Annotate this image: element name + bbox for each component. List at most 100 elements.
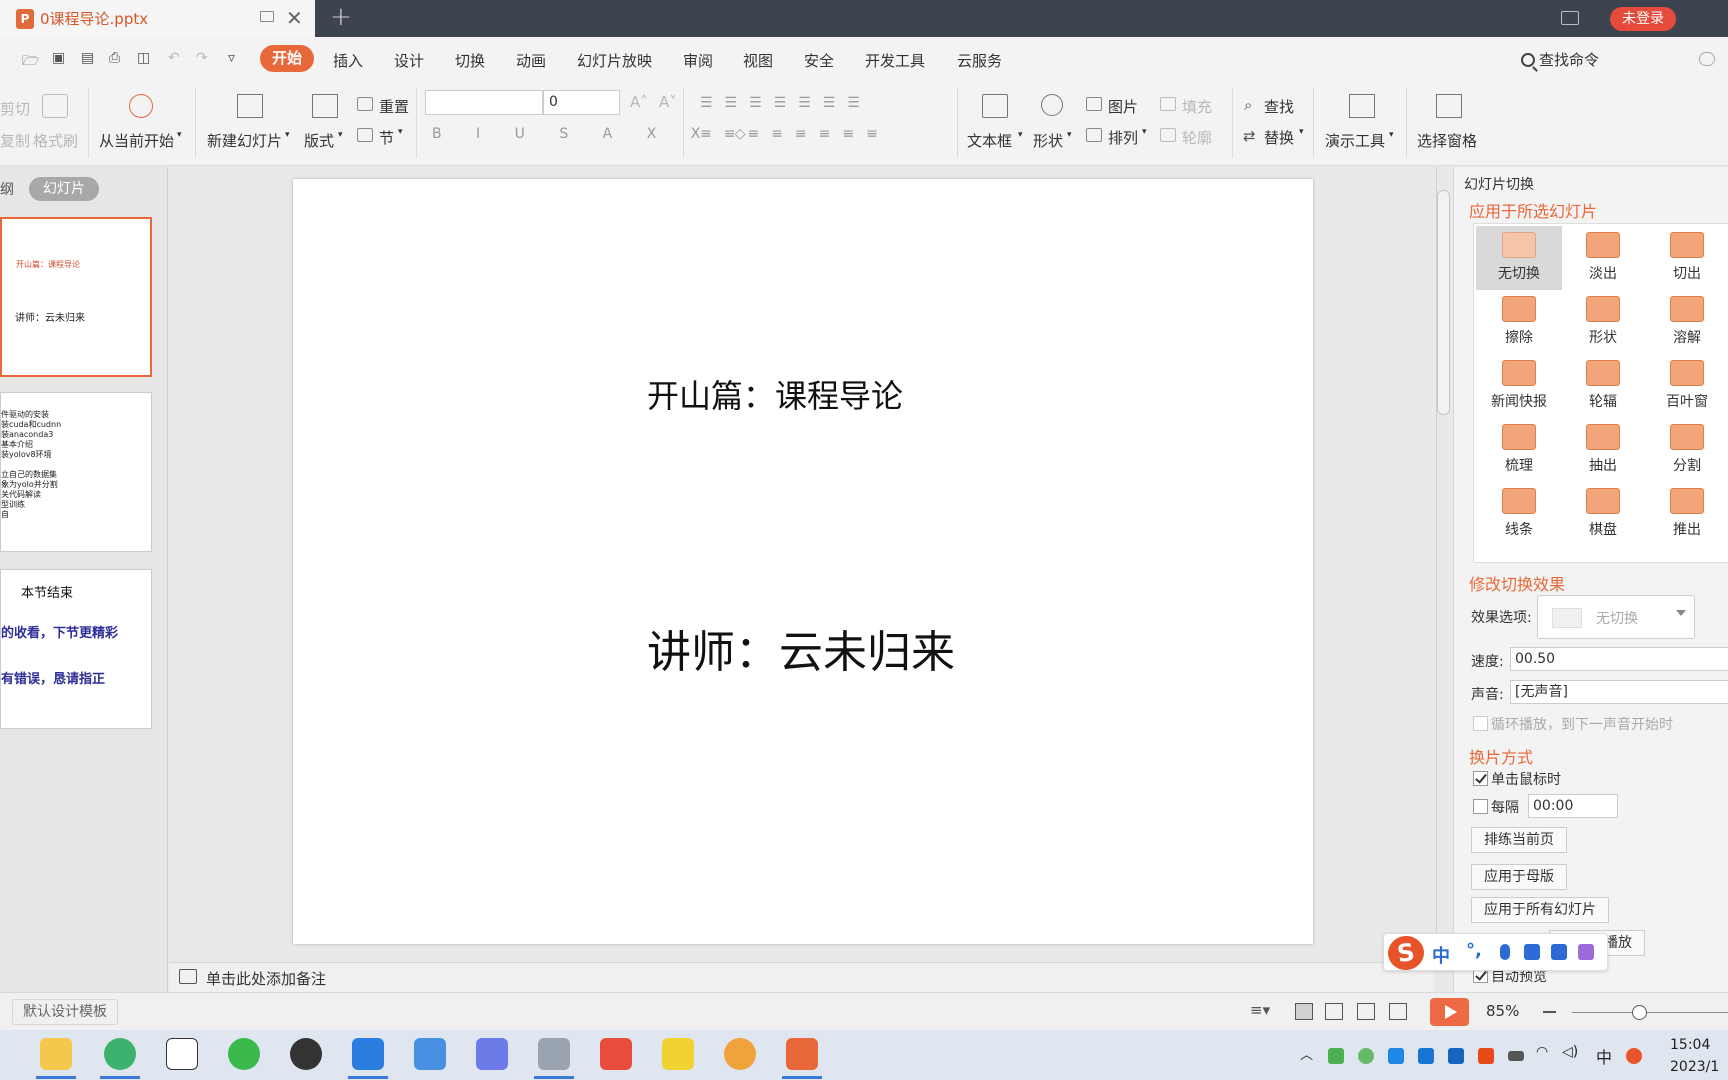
apply-master-button[interactable]: 应用于母版 (1471, 864, 1567, 890)
ime-mode[interactable]: 中 (1432, 942, 1450, 968)
transition-pane-title[interactable]: 幻灯片切换 (1464, 174, 1534, 194)
reading-view-icon[interactable] (1357, 1003, 1375, 1020)
tab-home[interactable]: 开始 (260, 45, 314, 72)
start-from-current-dropdown-icon[interactable]: ▾ (177, 130, 182, 140)
tab-developer[interactable]: 开发工具 (865, 50, 925, 71)
fill-button[interactable]: 填充 (1182, 96, 1212, 117)
slide-thumbnail-2[interactable]: 件驱动的安装 装cuda和cudnn 装anaconda3 基本介绍 装yolo… (0, 392, 152, 552)
open-folder-icon[interactable]: 🗁 (22, 50, 39, 74)
transition-cut[interactable]: 切出 (1644, 226, 1728, 290)
toolbox-app-icon[interactable] (352, 1038, 384, 1070)
tray-app-icon[interactable] (1448, 1048, 1464, 1064)
zoom-slider-track[interactable] (1572, 1012, 1728, 1013)
skin-shirt-icon[interactable] (1551, 944, 1567, 960)
tray-app-icon[interactable] (1388, 1048, 1404, 1064)
undo-icon[interactable]: ↶ (168, 50, 180, 66)
section-dropdown-icon[interactable]: ▾ (398, 127, 403, 137)
keyboard-icon[interactable] (1524, 944, 1540, 960)
toolbox-icon[interactable] (1578, 944, 1594, 960)
puzzle-app-icon[interactable] (600, 1038, 632, 1070)
comment-icon[interactable] (1699, 52, 1715, 66)
tab-transitions[interactable]: 切换 (455, 50, 485, 71)
transition-lines[interactable]: 线条 (1476, 482, 1562, 546)
format-painter-button[interactable]: 格式刷 (33, 130, 78, 151)
file-explorer-icon[interactable] (40, 1038, 72, 1070)
monitor-icon[interactable] (260, 11, 274, 22)
transition-split[interactable]: 分割 (1644, 418, 1728, 482)
microphone-icon[interactable] (1500, 944, 1510, 960)
canvas-scrollbar-thumb[interactable] (1437, 190, 1450, 415)
arrange-dropdown-icon[interactable]: ▾ (1142, 127, 1147, 137)
browser-icon[interactable] (104, 1038, 136, 1070)
notes-bar[interactable]: 单击此处添加备注 (169, 962, 1434, 992)
new-tab-plus-icon[interactable]: + (330, 2, 352, 32)
quick-access-dropdown-icon[interactable]: ▿ (228, 50, 235, 66)
start-from-current-button[interactable]: 从当前开始 (99, 130, 174, 151)
normal-view-icon[interactable] (1295, 1003, 1313, 1020)
notes-placeholder[interactable]: 单击此处添加备注 (206, 968, 326, 989)
sogou-tray-icon[interactable] (1626, 1048, 1642, 1064)
recording-icon[interactable] (1389, 1003, 1407, 1020)
battery-icon[interactable] (1508, 1051, 1524, 1061)
tab-outline[interactable]: 纲 (0, 179, 14, 199)
sound-select[interactable]: [无声音] (1510, 680, 1728, 704)
reading-mode-icon[interactable] (1561, 11, 1579, 25)
transition-none[interactable]: 无切换 (1476, 226, 1562, 290)
increase-font-icon[interactable]: A˄ (630, 93, 648, 111)
tab-insert[interactable]: 插入 (333, 50, 363, 71)
slide-title-text[interactable]: 开山篇：课程导论 (647, 371, 903, 417)
export-pdf-icon[interactable]: ▤ (81, 50, 94, 66)
picture-button[interactable]: 图片 (1108, 96, 1138, 117)
save-icon[interactable]: ▣ (52, 50, 65, 66)
replace-button[interactable]: 替换 (1264, 127, 1294, 148)
cut-button[interactable]: 剪切 (0, 98, 30, 119)
find-button[interactable]: 查找 (1264, 96, 1294, 117)
sogou-logo-icon[interactable]: S (1385, 933, 1427, 973)
section-button[interactable]: 节 (379, 127, 394, 148)
tab-review[interactable]: 审阅 (683, 50, 713, 71)
slide-thumbnail-3[interactable]: 本节结束 的收看，下节更精彩 有错误，恳请指正 (0, 569, 152, 729)
selection-pane-button[interactable]: 选择窗格 (1417, 130, 1477, 151)
system-clock[interactable]: 15:04 2023/1 (1670, 1034, 1719, 1078)
slide-subtitle-text[interactable]: 讲师：云未归来 (647, 616, 955, 680)
transition-fade[interactable]: 淡出 (1560, 226, 1646, 290)
apply-all-button[interactable]: 应用于所有幻灯片 (1471, 897, 1609, 923)
slide-sorter-icon[interactable] (1325, 1003, 1343, 1020)
shape-button[interactable]: 形状 (1033, 130, 1063, 151)
new-slide-dropdown-icon[interactable]: ▾ (285, 130, 290, 140)
arrange-button[interactable]: 排列 (1108, 127, 1138, 148)
shape-dropdown-icon[interactable]: ▾ (1067, 130, 1072, 140)
tray-app-icon[interactable] (1358, 1048, 1374, 1064)
zoom-slider-knob[interactable] (1632, 1005, 1647, 1020)
layout-dropdown-icon[interactable]: ▾ (338, 130, 343, 140)
reset-button[interactable]: 重置 (379, 96, 409, 117)
on-click-checkbox[interactable] (1473, 771, 1488, 786)
slide-thumbnail-1[interactable]: 开山篇：课程导论 讲师：云未归来 (0, 217, 152, 377)
every-checkbox[interactable] (1473, 799, 1488, 814)
tray-app-icon[interactable] (1418, 1048, 1434, 1064)
tray-expand-icon[interactable]: ︿ (1300, 1044, 1313, 1063)
tab-view[interactable]: 视图 (743, 50, 773, 71)
effect-options-select[interactable]: 无切换 (1537, 595, 1695, 639)
text-box-button[interactable]: 文本框 (967, 130, 1012, 151)
tab-animations[interactable]: 动画 (516, 50, 546, 71)
slideshow-play-button[interactable] (1430, 998, 1469, 1026)
presentation-tools-button[interactable]: 演示工具 (1325, 130, 1385, 151)
monkey-app-icon[interactable] (724, 1038, 756, 1070)
close-tab-icon[interactable]: ✕ (286, 6, 303, 30)
document-app-icon[interactable] (538, 1038, 570, 1070)
transition-comb[interactable]: 梳理 (1476, 418, 1562, 482)
zoom-level[interactable]: 85% (1486, 1002, 1519, 1020)
tab-slides[interactable]: 幻灯片 (29, 177, 99, 201)
transition-wheel[interactable]: 轮辐 (1560, 354, 1646, 418)
transition-shape[interactable]: 形状 (1560, 290, 1646, 354)
speed-input[interactable]: 00.50 (1510, 647, 1728, 671)
tab-cloud[interactable]: 云服务 (957, 50, 1002, 71)
zoom-out-icon[interactable] (1543, 1011, 1556, 1013)
presentation-tools-dropdown-icon[interactable]: ▾ (1389, 130, 1394, 140)
transition-push[interactable]: 推出 (1644, 482, 1728, 546)
obs-icon[interactable] (290, 1038, 322, 1070)
paragraph-list-icons[interactable]: ☰☰☰☰☰☰☰ (700, 95, 872, 111)
rehearse-button[interactable]: 排练当前页 (1471, 827, 1567, 853)
current-slide[interactable]: 开山篇：课程导论 讲师：云未归来 (293, 179, 1313, 944)
